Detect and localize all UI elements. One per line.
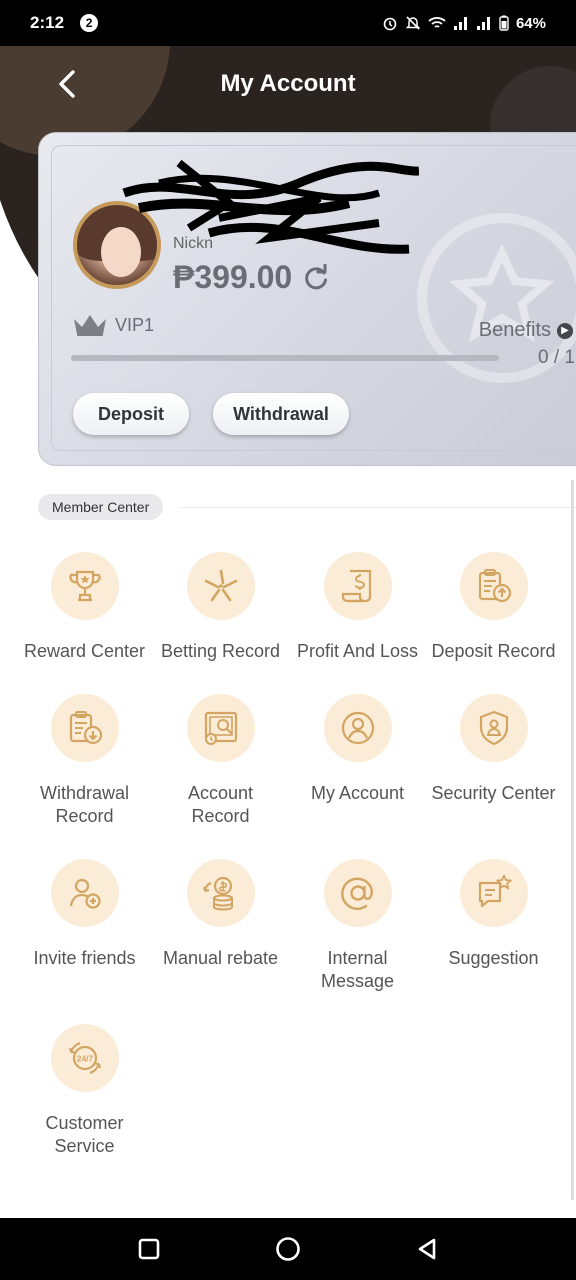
member-item-internal-message[interactable]: Internal Message <box>289 859 426 993</box>
shield-icon <box>459 694 528 762</box>
member-item-label: Invite friends <box>33 948 136 968</box>
page-title: My Account <box>220 70 356 97</box>
service-247-icon: 24/7 <box>50 1024 119 1092</box>
chevron-right-icon: ▶ <box>557 322 573 339</box>
member-item-label: Security Center <box>431 783 556 803</box>
signal-icon <box>453 17 467 30</box>
alarm-icon <box>383 17 397 31</box>
member-item-label: My Account <box>310 783 405 803</box>
redaction-scribble <box>122 159 419 254</box>
vip-progress-bar <box>71 355 499 361</box>
divider <box>180 507 576 508</box>
at-icon <box>323 859 392 927</box>
profit-loss-icon <box>323 552 392 620</box>
signal-icon-2 <box>476 17 490 30</box>
home-button[interactable] <box>268 1229 308 1269</box>
status-time: 2:12 <box>30 13 65 32</box>
account-card: Nickn ₱399.00 VIP1 Benefits ▶ 0 / 1 Depo… <box>38 132 576 466</box>
square-icon <box>139 1238 160 1260</box>
account-record-icon <box>186 694 255 762</box>
member-item-profit-and-loss[interactable]: Profit And Loss <box>289 552 426 663</box>
member-item-security-center[interactable]: Security Center <box>425 694 562 805</box>
deposit-button[interactable]: Deposit <box>73 393 189 435</box>
member-item-label: Withdrawal Record <box>39 783 130 826</box>
wifi-icon <box>428 17 446 28</box>
user-icon <box>323 694 392 762</box>
member-item-label: Customer Service <box>45 1113 124 1156</box>
member-item-my-account[interactable]: My Account <box>289 694 426 805</box>
benefits-label: Benefits <box>478 319 551 341</box>
member-item-suggestion[interactable]: Suggestion <box>425 859 562 970</box>
rebate-icon <box>186 859 255 927</box>
refresh-icon[interactable] <box>302 263 330 292</box>
member-item-label: Internal Message <box>320 948 395 991</box>
vip-progress-text: 0 / 1 <box>538 347 575 368</box>
member-item-account-record[interactable]: Account Record <box>152 694 289 828</box>
battery-icon <box>499 15 509 31</box>
member-item-customer-service[interactable]: 24/7 Customer Service <box>16 1024 153 1158</box>
member-item-manual-rebate[interactable]: Manual rebate <box>152 859 289 970</box>
member-item-withdrawal-record[interactable]: Withdrawal Record <box>16 694 153 828</box>
member-item-label: Suggestion <box>448 948 539 968</box>
deposit-record-icon <box>459 552 528 620</box>
status-icons: 64% <box>382 15 546 32</box>
member-item-betting-record[interactable]: Betting Record <box>152 552 289 663</box>
notification-badge: 2 <box>80 14 99 32</box>
member-item-label: Account Record <box>187 783 254 826</box>
member-item-label: Reward Center <box>23 641 146 661</box>
withdrawal-button[interactable]: Withdrawal <box>213 393 349 435</box>
benefits-link[interactable]: Benefits ▶ <box>479 319 573 342</box>
member-item-invite-friends[interactable]: Invite friends <box>16 859 153 970</box>
crown-icon <box>74 315 106 336</box>
betting-icon <box>186 552 255 620</box>
triangle-back-icon <box>418 1238 435 1260</box>
member-center-title: Member Center <box>38 494 164 520</box>
status-bar: 2:12 2 64% <box>0 0 576 46</box>
circle-icon <box>276 1237 300 1261</box>
member-item-reward-center[interactable]: Reward Center <box>16 552 153 663</box>
mute-icon <box>405 16 421 30</box>
member-item-label: Manual rebate <box>162 948 279 968</box>
member-item-deposit-record[interactable]: Deposit Record <box>425 552 562 663</box>
member-item-label: Deposit Record <box>431 641 556 661</box>
vip-level: VIP1 <box>71 313 154 337</box>
recent-apps-button[interactable] <box>129 1229 169 1269</box>
svg-text:24/7: 24/7 <box>76 1054 93 1064</box>
suggestion-icon <box>459 859 528 927</box>
system-nav-bar <box>0 1218 576 1280</box>
trophy-icon <box>50 552 119 620</box>
vip-label: VIP1 <box>115 314 155 335</box>
battery-percent: 64% <box>515 14 546 32</box>
scrollbar[interactable] <box>571 480 574 1200</box>
withdrawal-record-icon <box>50 694 119 762</box>
back-nav-button[interactable] <box>407 1229 447 1269</box>
member-item-label: Betting Record <box>160 641 281 661</box>
balance: ₱399.00 <box>173 259 330 296</box>
member-item-label: Profit And Loss <box>296 641 419 661</box>
balance-amount: ₱399.00 <box>173 259 293 295</box>
invite-icon <box>50 859 119 927</box>
